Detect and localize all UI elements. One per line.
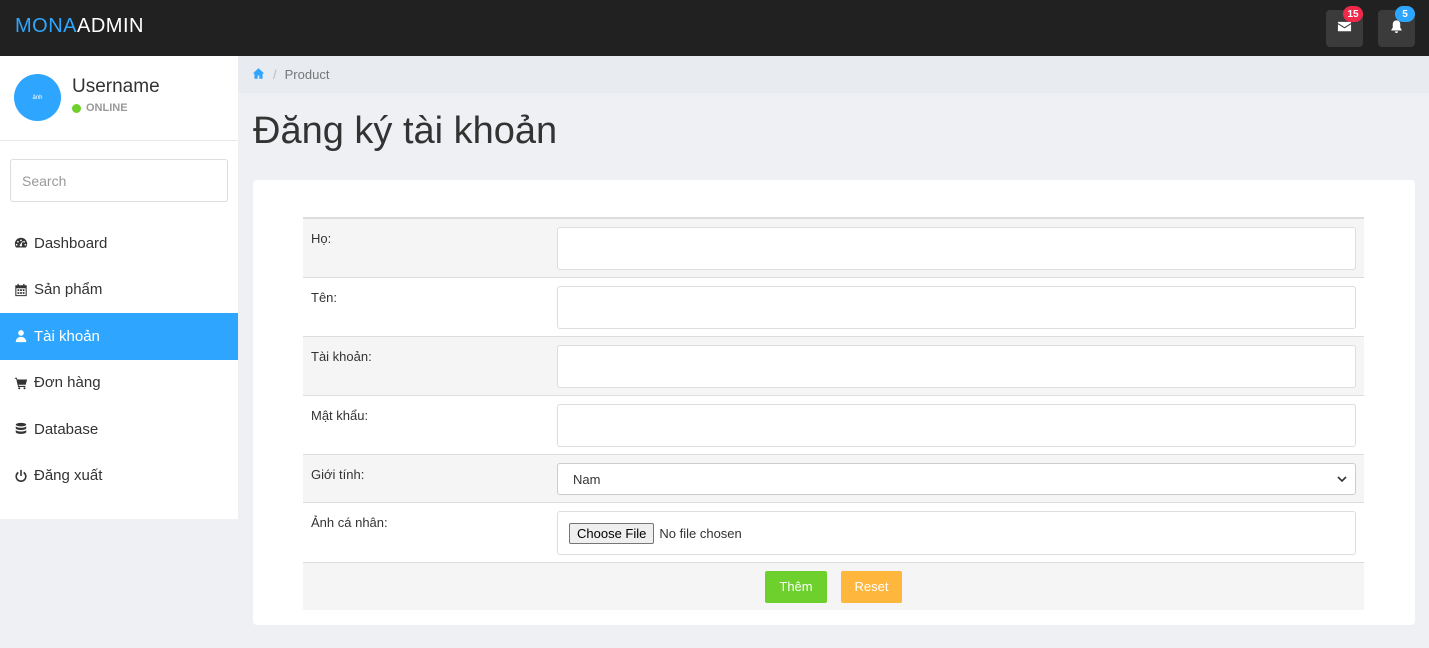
field-label: Ảnh cá nhân: — [311, 515, 388, 530]
database-icon — [14, 422, 28, 436]
file-status-text: No file chosen — [659, 525, 742, 541]
form-row-ten: Tên: — [303, 278, 1364, 337]
brand-part-1: MONA — [15, 15, 77, 37]
notifications-badge: 5 — [1395, 6, 1415, 22]
breadcrumb-separator: / — [273, 67, 277, 82]
cart-icon — [14, 376, 28, 390]
sidebar-item-label: Sản phẩm — [34, 281, 103, 299]
add-button[interactable]: Thêm — [765, 570, 827, 603]
sidebar-item-orders[interactable]: Đơn hàng — [0, 360, 238, 407]
calendar-icon — [14, 283, 28, 297]
sidebar-item-label: Dashboard — [34, 234, 108, 252]
sidebar-item-accounts[interactable]: Tài khoản — [0, 313, 238, 360]
first-name-input[interactable] — [557, 286, 1356, 329]
top-navbar: MONAADMIN 15 5 — [0, 0, 1429, 56]
last-name-input[interactable] — [557, 227, 1356, 270]
avatar[interactable]: ảnh — [14, 74, 61, 121]
form-row-ho: Họ: — [303, 219, 1364, 278]
status-badge: ONLINE — [72, 102, 128, 114]
avatar-alt-text: ảnh — [32, 94, 43, 101]
registration-form: Họ: Tên: Tài khoản: Mật khẩu: Giới tính:… — [303, 217, 1364, 610]
username: Username — [72, 76, 160, 97]
brand-part-2: ADMIN — [77, 15, 144, 37]
password-input[interactable] — [557, 404, 1356, 447]
username-input[interactable] — [557, 345, 1356, 388]
field-label: Giới tính: — [311, 467, 365, 482]
sidebar-item-dashboard[interactable]: Dashboard — [0, 220, 238, 267]
messages-badge: 15 — [1343, 6, 1363, 22]
chevron-down-icon — [1337, 472, 1347, 487]
sidebar-menu: Dashboard Sản phẩm Tài khoản Đơn hàng Da… — [0, 220, 238, 499]
form-actions: Thêm Reset — [303, 563, 1364, 610]
gender-select[interactable]: Nam — [557, 463, 1356, 495]
online-dot-icon — [72, 103, 81, 113]
form-card: Họ: Tên: Tài khoản: Mật khẩu: Giới tính:… — [253, 180, 1415, 625]
sidebar-item-label: Tài khoản — [34, 327, 100, 345]
breadcrumb-current: Product — [284, 67, 330, 82]
avatar-file-input: Choose File No file chosen — [557, 511, 1356, 555]
form-row-gioitinh: Giới tính: Nam — [303, 455, 1364, 503]
field-label: Mật khẩu: — [311, 408, 369, 423]
sidebar-item-label: Đăng xuất — [34, 467, 103, 485]
power-icon — [14, 469, 28, 483]
field-label: Họ: — [311, 231, 332, 246]
notifications-button[interactable]: 5 — [1378, 6, 1415, 47]
breadcrumb: / Product — [238, 56, 1429, 93]
user-icon — [14, 329, 28, 343]
field-label: Tài khoản: — [311, 349, 372, 364]
dashboard-icon — [14, 236, 28, 250]
page-title: Đăng ký tài khoản — [253, 110, 558, 152]
status-text: ONLINE — [86, 102, 128, 114]
form-row-matkhau: Mật khẩu: — [303, 396, 1364, 455]
messages-button[interactable]: 15 — [1326, 6, 1363, 47]
choose-file-button[interactable]: Choose File — [569, 522, 655, 544]
form-row-taikhoan: Tài khoản: — [303, 337, 1364, 396]
search-input[interactable] — [10, 159, 228, 202]
home-icon[interactable] — [252, 67, 265, 83]
reset-button[interactable]: Reset — [841, 570, 902, 603]
field-label: Tên: — [311, 290, 338, 305]
sidebar: ảnh Username ONLINE Dashboard Sản phẩm T… — [0, 56, 238, 519]
brand-logo[interactable]: MONAADMIN — [15, 15, 144, 38]
gender-selected-value: Nam — [573, 471, 601, 487]
sidebar-item-logout[interactable]: Đăng xuất — [0, 453, 238, 500]
sidebar-item-label: Database — [34, 420, 99, 438]
sidebar-item-database[interactable]: Database — [0, 406, 238, 453]
sidebar-item-products[interactable]: Sản phẩm — [0, 267, 238, 314]
user-panel: ảnh Username ONLINE — [0, 56, 238, 141]
form-row-anh: Ảnh cá nhân: Choose File No file chosen — [303, 503, 1364, 563]
sidebar-item-label: Đơn hàng — [34, 374, 101, 392]
